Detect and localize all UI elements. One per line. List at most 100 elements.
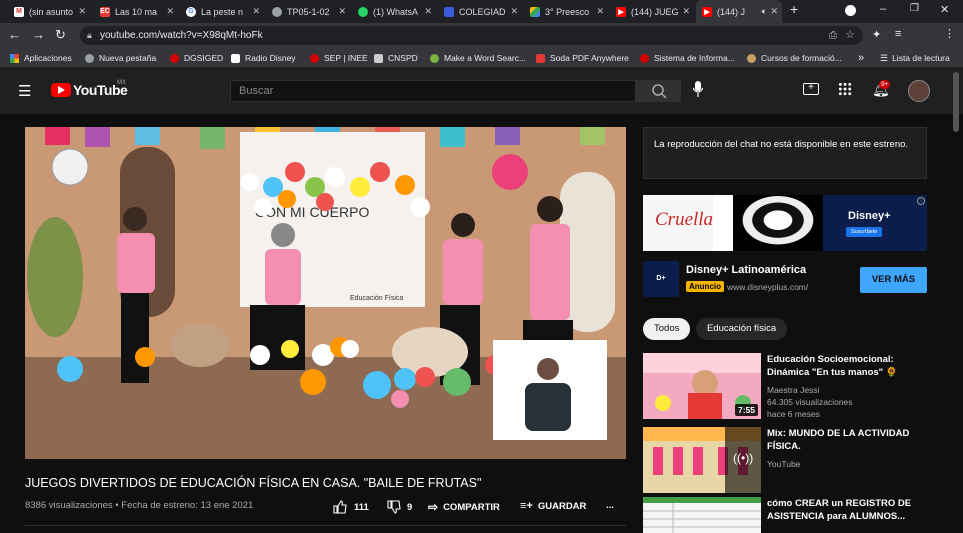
- reading-list-button[interactable]: ☰ Lista de lectura: [880, 48, 950, 68]
- ad-info-icon[interactable]: i: [917, 197, 925, 205]
- bookmark-item[interactable]: SEP | INEE: [310, 48, 368, 68]
- chip-education[interactable]: Educación física: [696, 318, 788, 340]
- reading-mode-icon[interactable]: ≡: [895, 28, 901, 40]
- like-button[interactable]: 111: [333, 500, 369, 514]
- more-bookmarks-button[interactable]: »: [858, 48, 864, 68]
- more-actions-button[interactable]: ...: [606, 500, 614, 511]
- like-count: 111: [354, 501, 369, 513]
- youtube-header: ☰ YouTube MX Buscar + 🔔︎ 9+: [0, 68, 963, 114]
- chip-all[interactable]: Todos: [643, 318, 691, 340]
- youtube-logo-icon[interactable]: [51, 83, 71, 97]
- ad-badge: Anuncio: [686, 281, 724, 292]
- browser-tab[interactable]: 3° Preesco ✕: [524, 0, 608, 23]
- bookmark-item[interactable]: Make a Word Searc...: [430, 48, 526, 68]
- bookmark-item[interactable]: Radio Disney: [231, 48, 296, 68]
- bookmark-apps[interactable]: Aplicaciones: [10, 48, 72, 68]
- close-tab-icon[interactable]: ✕: [166, 6, 174, 17]
- bookmarks-bar: Aplicaciones Nueva pestaña DGSIGED Radio…: [0, 48, 963, 68]
- url-field[interactable]: 🔒︎ youtube.com/watch?v=X98qMt-hoFk ⎙ ☆: [80, 26, 863, 45]
- close-tab-icon[interactable]: ✕: [510, 6, 518, 17]
- microphone-icon[interactable]: [692, 81, 704, 97]
- account-avatar[interactable]: [908, 80, 930, 102]
- search-button[interactable]: [636, 80, 681, 102]
- extensions-icon[interactable]: ✦: [872, 28, 881, 41]
- tab-label: (sin asunto: [29, 6, 74, 17]
- recommendation-title[interactable]: Educación Socioemocional: Dinámica "En t…: [767, 353, 927, 379]
- bookmark-item[interactable]: Sistema de Informa...: [640, 48, 735, 68]
- cnspd-icon: [374, 53, 383, 63]
- close-tab-icon[interactable]: ✕: [682, 6, 690, 17]
- browser-tab[interactable]: M (sin asunto ✕: [8, 0, 90, 23]
- bookmark-item[interactable]: DGSIGED: [170, 48, 223, 68]
- minimize-button[interactable]: –: [880, 3, 886, 15]
- recommendation-title[interactable]: Mix: MUNDO DE LA ACTIVIDAD FÍSICA.: [767, 427, 927, 453]
- ad-banner[interactable]: Cruella Disney+ Suscríbete i: [643, 195, 927, 251]
- cursos-icon: [747, 53, 756, 63]
- browser-tab[interactable]: EC Las 10 ma ✕: [94, 0, 178, 23]
- page-scrollbar[interactable]: [953, 72, 959, 132]
- close-tab-icon[interactable]: ✕: [424, 6, 432, 17]
- speaker-icon[interactable]: 🔈︎: [762, 6, 767, 17]
- browser-tab[interactable]: TP05-1-02 ✕: [266, 0, 350, 23]
- bookmark-item[interactable]: Cursos de formació...: [747, 48, 842, 68]
- reading-list-label: Lista de lectura: [892, 53, 950, 63]
- back-button[interactable]: ←: [8, 27, 21, 42]
- close-tab-icon[interactable]: ✕: [596, 6, 604, 17]
- recommendation-views: 64.305 visualizaciones: [767, 397, 853, 407]
- forward-button[interactable]: →: [32, 27, 45, 42]
- browser-tab[interactable]: ▶ (144) JUEG ✕: [610, 0, 694, 23]
- recommendation-channel[interactable]: YouTube: [767, 458, 800, 470]
- save-label: GUARDAR: [537, 500, 587, 512]
- reload-button[interactable]: ↻: [55, 27, 66, 43]
- browser-tab[interactable]: G La peste n ✕: [180, 0, 264, 23]
- profile-menu-icon[interactable]: [845, 5, 856, 16]
- bookmark-item[interactable]: Soda PDF Anywhere: [536, 48, 629, 68]
- video-thumbnail[interactable]: ((•)): [643, 427, 761, 493]
- close-tab-icon[interactable]: ✕: [770, 6, 778, 17]
- close-tab-icon[interactable]: ✕: [252, 6, 260, 17]
- disney-plus-icon[interactable]: D+: [643, 261, 679, 297]
- browser-tab[interactable]: (1) WhatsA ✕: [352, 0, 436, 23]
- close-window-button[interactable]: ✕: [940, 3, 949, 16]
- hamburger-menu-icon[interactable]: ☰: [18, 82, 31, 100]
- dislike-button[interactable]: 9: [387, 500, 412, 514]
- create-video-icon[interactable]: +: [803, 83, 819, 95]
- recommendation-item[interactable]: cómo CREAR un REGISTRO DE ASISTENCIA par…: [643, 497, 927, 533]
- chrome-menu-icon[interactable]: ⋮: [944, 27, 955, 40]
- share-icon: ⇨: [428, 500, 439, 514]
- tab-label: 3° Preesco: [545, 6, 590, 17]
- soda-pdf-icon: [536, 53, 545, 63]
- bookmark-item[interactable]: Nueva pestaña: [85, 48, 156, 68]
- globe-icon: [85, 53, 94, 63]
- restore-button[interactable]: ❐: [910, 3, 919, 14]
- share-label: COMPARTIR: [443, 501, 500, 513]
- recommendation-item[interactable]: 7:55 Educación Socioemocional: Dinámica …: [643, 353, 927, 419]
- bookmark-item[interactable]: CNSPD: [374, 48, 418, 68]
- video-thumbnail[interactable]: [643, 497, 761, 533]
- recommendation-item[interactable]: ((•)) Mix: MUNDO DE LA ACTIVIDAD FÍSICA.…: [643, 427, 927, 493]
- video-thumbnail[interactable]: 7:55: [643, 353, 761, 419]
- apps-grid-icon: [10, 53, 19, 63]
- apps-grid-icon[interactable]: [838, 82, 852, 96]
- recommendation-title[interactable]: cómo CREAR un REGISTRO DE ASISTENCIA par…: [767, 497, 927, 523]
- address-bar-row: ← → ↻ 🔒︎ youtube.com/watch?v=X98qMt-hoFk…: [0, 23, 963, 65]
- share-button[interactable]: ⇨ COMPARTIR: [428, 500, 500, 514]
- close-tab-icon[interactable]: ✕: [338, 6, 346, 17]
- search-input[interactable]: Buscar: [230, 80, 636, 102]
- bookmark-label: Soda PDF Anywhere: [550, 53, 629, 63]
- video-player[interactable]: CON MI CUERPO Educación Física: [25, 127, 626, 459]
- ad-banner-image: [733, 195, 823, 251]
- ad-advertiser-name[interactable]: Disney+ Latinoamérica: [686, 264, 806, 276]
- ad-cta-button[interactable]: VER MÁS: [860, 267, 927, 293]
- close-tab-icon[interactable]: ✕: [78, 6, 86, 17]
- banner-subtext: Educación Física: [350, 295, 403, 302]
- new-tab-button[interactable]: +: [790, 1, 798, 17]
- recommendation-channel[interactable]: Maestra Jessi: [767, 384, 819, 396]
- bookmark-star-icon[interactable]: ☆: [845, 26, 855, 45]
- divider: [25, 525, 626, 526]
- install-icon[interactable]: ⎙: [829, 26, 837, 45]
- thumbs-up-icon: [333, 500, 347, 514]
- browser-tab[interactable]: COLEGIAD ✕: [438, 0, 522, 23]
- browser-tab-active[interactable]: ▶ (144) J 🔈︎ ✕: [696, 0, 782, 23]
- save-button[interactable]: ≡+ GUARDAR: [520, 500, 586, 512]
